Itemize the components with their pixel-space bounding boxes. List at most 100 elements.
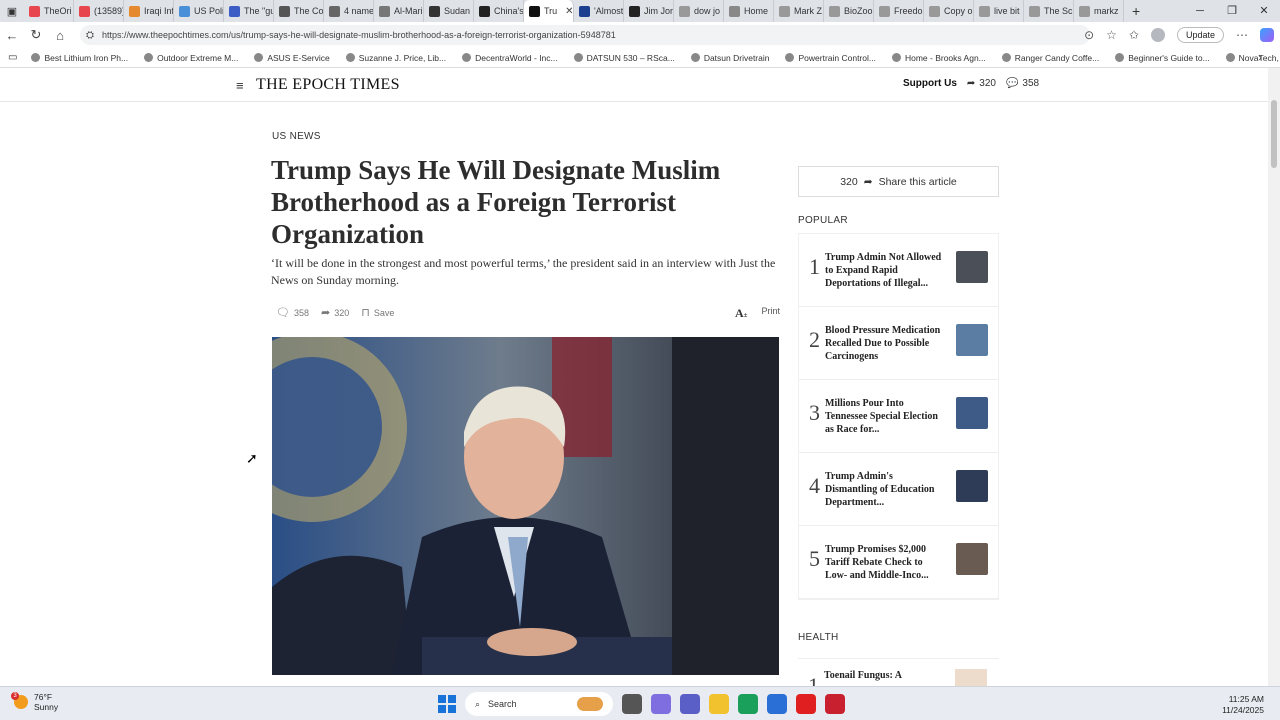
browser-tab[interactable]: 4 name — [324, 0, 374, 22]
browser-tab[interactable]: The Co — [274, 0, 324, 22]
sidebar-share-count: 320 — [840, 175, 858, 188]
popular-item[interactable]: 5 Trump Promises $2,000 Tariff Rebate Che… — [799, 526, 998, 599]
taskbar-search[interactable]: ⌕ Search — [465, 692, 613, 716]
scrollbar-thumb[interactable] — [1271, 100, 1277, 168]
browser-tab[interactable]: (13589) — [74, 0, 124, 22]
popular-item-title[interactable]: Trump Promises $2,000 Tariff Rebate Chec… — [825, 543, 947, 582]
menu-search-icon[interactable]: ≡ — [236, 78, 244, 93]
more-menu-icon[interactable]: ⋯ — [1236, 28, 1248, 42]
health-item-thumbnail[interactable] — [955, 669, 987, 686]
browser-tab[interactable]: Jim Jor — [624, 0, 674, 22]
bookmark-item[interactable]: Beginner's Guide to... — [1115, 53, 1210, 63]
url-field[interactable]: ⛭ https://www.theepochtimes.com/us/trump… — [80, 25, 1090, 45]
minimize-icon[interactable]: ─ — [1184, 0, 1216, 22]
browser-tab[interactable]: Al-Mari — [374, 0, 424, 22]
restore-icon[interactable]: ❐ — [1216, 0, 1248, 22]
copilot-icon[interactable] — [651, 694, 671, 714]
browser-tab[interactable]: live bit — [974, 0, 1024, 22]
file-explorer-icon[interactable] — [709, 694, 729, 714]
browser-tab[interactable]: Copy o — [924, 0, 974, 22]
home-icon[interactable]: ⌂ — [48, 28, 72, 43]
popular-item-title[interactable]: Trump Admin's Dismantling of Education D… — [825, 470, 947, 509]
support-us-link[interactable]: Support Us — [903, 78, 957, 89]
system-clock[interactable]: 11:25 AM 11/24/2025 — [1222, 694, 1264, 716]
bookmarks-overflow-icon[interactable]: › — [1258, 52, 1262, 64]
section-label[interactable]: US NEWS — [272, 131, 321, 142]
browser-tab[interactable]: Sudan — [424, 0, 474, 22]
tab-close-icon[interactable]: ✕ — [565, 6, 573, 17]
reload-icon[interactable]: ↻ — [24, 27, 48, 43]
profile-avatar[interactable] — [1150, 28, 1165, 42]
print-button[interactable]: Print — [762, 306, 781, 321]
browser-tab[interactable]: Mark Z — [774, 0, 824, 22]
browser-tab[interactable]: Freedo — [874, 0, 924, 22]
popular-item-title[interactable]: Trump Admin Not Allowed to Expand Rapid … — [825, 251, 947, 290]
browser-tab[interactable]: The "gu — [224, 0, 274, 22]
bookmarks-folder-icon[interactable]: ▭ — [8, 52, 17, 63]
task-view-icon[interactable] — [622, 694, 642, 714]
bookmark-item[interactable]: Suzanne J. Price, Lib... — [345, 53, 446, 63]
back-icon[interactable]: ← — [0, 28, 24, 43]
comments-button[interactable]: 🗨 358 — [276, 306, 309, 319]
browser-tab[interactable]: dow jo — [674, 0, 724, 22]
browser-tab[interactable]: Tru ✕ — [524, 0, 574, 22]
shield-icon[interactable] — [825, 694, 845, 714]
popular-item[interactable]: 1 Trump Admin Not Allowed to Expand Rapid… — [799, 234, 998, 307]
new-tab-button[interactable]: + — [1132, 3, 1140, 19]
browser-tab[interactable]: 'Almost — [574, 0, 624, 22]
bookmark-item[interactable]: Ranger Candy Coffe... — [1001, 53, 1099, 63]
popular-item[interactable]: 4 Trump Admin's Dismantling of Education … — [799, 453, 998, 526]
weather-widget[interactable]: 3 76°F Sunny — [11, 692, 58, 712]
browser-tab[interactable]: markz — [1074, 0, 1124, 22]
favorites-icon[interactable]: ✩ — [1129, 28, 1139, 42]
bookmark-item[interactable]: DecentraWorld - Inc... — [462, 53, 558, 63]
popular-item-thumbnail[interactable] — [956, 324, 988, 356]
site-logo[interactable]: THE EPOCH TIMES — [256, 76, 400, 94]
save-button[interactable]: ⊓ Save — [361, 306, 394, 319]
bookmark-item[interactable]: DATSUN 530 – RSca... — [573, 53, 675, 63]
popular-item-title[interactable]: Millions Pour Into Tennessee Special Ele… — [825, 397, 947, 436]
edge-icon[interactable] — [738, 694, 758, 714]
browser-tab[interactable]: BioZoo — [824, 0, 874, 22]
tab-label: Iraqi Inf — [144, 6, 174, 16]
font-size-button[interactable]: A± — [735, 306, 748, 321]
popular-item-thumbnail[interactable] — [956, 251, 988, 283]
browser-menu-icon[interactable]: ▣ — [0, 5, 24, 18]
bookmark-item[interactable]: Powertrain Control... — [785, 53, 876, 63]
bookmark-item[interactable]: Home - Brooks Agn... — [891, 53, 986, 63]
bookmark-item[interactable]: ASUS E-Service — [254, 53, 330, 63]
update-button[interactable]: Update — [1176, 27, 1224, 43]
popular-item-title[interactable]: Blood Pressure Medication Recalled Due t… — [825, 324, 947, 363]
teams-icon[interactable] — [680, 694, 700, 714]
copilot-icon[interactable] — [1260, 28, 1274, 42]
store-icon[interactable] — [767, 694, 787, 714]
popular-item[interactable]: 3 Millions Pour Into Tennessee Special El… — [799, 380, 998, 453]
youtube-icon[interactable] — [796, 694, 816, 714]
health-item[interactable]: 1 Toenail Fungus: A — [798, 658, 999, 686]
header-share-button[interactable]: ➦ 320 — [967, 78, 996, 89]
share-button[interactable]: ➦ 320 — [321, 306, 349, 319]
browser-tab[interactable]: The Sci — [1024, 0, 1074, 22]
popular-item-thumbnail[interactable] — [956, 543, 988, 575]
browser-tab[interactable]: Iraqi Inf — [124, 0, 174, 22]
browser-tab[interactable]: Home — [724, 0, 774, 22]
favorite-star-icon[interactable]: ☆ — [1106, 28, 1117, 42]
share-article-button[interactable]: 320 ➦ Share this article — [798, 166, 999, 197]
bookmark-item[interactable]: Best Lithium Iron Ph... — [31, 53, 128, 63]
bookmark-item[interactable]: Outdoor Extreme M... — [144, 53, 238, 63]
bookmark-item[interactable]: NovaTech, LTD - Sin... — [1225, 53, 1280, 63]
browser-tab[interactable]: TheOri — [24, 0, 74, 22]
close-window-icon[interactable]: ✕ — [1248, 0, 1280, 22]
popular-item-thumbnail[interactable] — [956, 470, 988, 502]
browser-tab[interactable]: China's — [474, 0, 524, 22]
windows-start-icon[interactable] — [438, 695, 456, 713]
health-item-title[interactable]: Toenail Fungus: A — [824, 670, 902, 681]
popular-item-thumbnail[interactable] — [956, 397, 988, 429]
site-info-icon[interactable]: ⛭ — [86, 30, 94, 41]
page-scrollbar[interactable] — [1268, 68, 1280, 686]
browser-tab[interactable]: US Poli — [174, 0, 224, 22]
header-comment-button[interactable]: 💬 358 — [1006, 78, 1039, 89]
read-aloud-icon[interactable]: ⊙ — [1084, 28, 1094, 42]
bookmark-item[interactable]: Datsun Drivetrain — [690, 53, 769, 63]
popular-item[interactable]: 2 Blood Pressure Medication Recalled Due … — [799, 307, 998, 380]
